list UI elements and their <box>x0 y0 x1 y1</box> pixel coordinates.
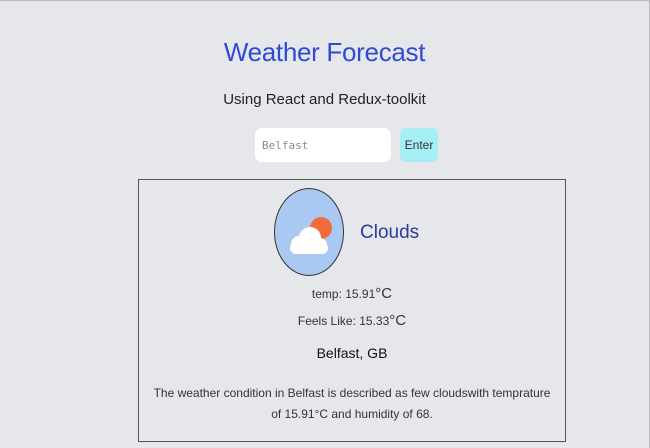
partly-cloudy-icon <box>274 188 344 276</box>
weather-condition: Clouds <box>360 222 420 243</box>
weather-description: The weather condition in Belfast is desc… <box>153 386 551 421</box>
temperature-value: temp: 15.91 <box>311 287 376 301</box>
city-search-input[interactable] <box>255 128 391 162</box>
city-location: Belfast, GB <box>316 345 388 361</box>
page-title: Weather Forecast <box>223 37 426 67</box>
page-subtitle: Using React and Redux-toolkit <box>223 91 426 108</box>
feels-like-unit: °C <box>389 312 407 329</box>
temperature: temp: 15.91°C <box>139 285 565 302</box>
weather-card: Clouds temp: 15.91°C Feels Like: 15.33°C… <box>138 179 566 442</box>
temperature-unit: °C <box>375 285 393 302</box>
feels-like: Feels Like: 15.33°C <box>139 312 565 329</box>
feels-like-value: Feels Like: 15.33 <box>297 314 390 328</box>
search-form: Enter <box>255 128 438 162</box>
enter-button[interactable]: Enter <box>400 128 438 162</box>
